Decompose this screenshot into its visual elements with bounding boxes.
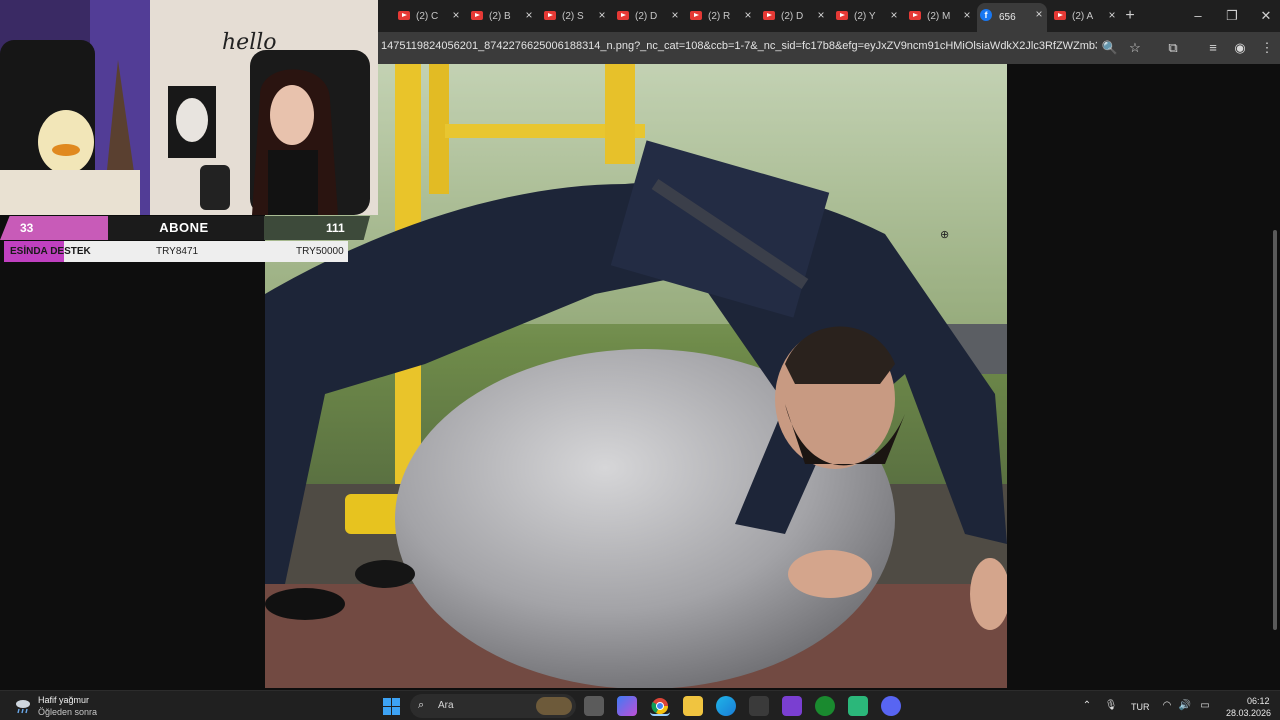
webcam-illustration xyxy=(0,0,378,215)
maximize-button[interactable]: ❐ xyxy=(1220,6,1244,26)
stream-goal-bar: 33 ABONE 111 xyxy=(0,216,370,240)
copilot-icon[interactable] xyxy=(617,696,637,716)
windows-start-icon[interactable] xyxy=(383,698,400,715)
search-placeholder[interactable]: Ara xyxy=(438,700,454,711)
tab-title: 656 xyxy=(999,12,1016,23)
scrollbar-thumb[interactable] xyxy=(1273,230,1277,630)
battery-icon[interactable]: ▭ xyxy=(1198,700,1212,712)
search-icon: ⌕ xyxy=(418,699,425,711)
close-icon[interactable]: × xyxy=(815,9,827,21)
goal-right-segment xyxy=(264,216,370,240)
close-icon[interactable]: × xyxy=(888,9,900,21)
wifi-icon[interactable]: ◠ xyxy=(1160,700,1174,712)
tab-8[interactable]: (2) M × xyxy=(905,4,975,28)
youtube-icon xyxy=(763,11,775,20)
app-icon[interactable] xyxy=(782,696,802,716)
tab-7[interactable]: (2) Y × xyxy=(832,4,902,28)
language-indicator[interactable]: TUR xyxy=(1131,702,1150,712)
address-bar[interactable]: 1475119824056201_8742276625006188314_n.p… xyxy=(381,40,1097,56)
tab-title: (2) R xyxy=(708,10,731,22)
facebook-icon: f xyxy=(980,9,992,21)
close-icon[interactable]: × xyxy=(742,9,754,21)
chevron-up-icon[interactable]: ⌃ xyxy=(1080,700,1094,712)
chrome-app-icon[interactable] xyxy=(650,696,670,716)
youtube-icon xyxy=(909,11,921,20)
microphone-icon[interactable]: 🎙 xyxy=(1104,700,1118,712)
tab-10[interactable]: (2) A × xyxy=(1050,4,1120,28)
donation-label: ESİNDA DESTEK xyxy=(10,246,91,257)
close-window-button[interactable]: ✕ xyxy=(1254,6,1278,26)
close-icon[interactable]: × xyxy=(961,9,973,21)
tab-title: (2) Y xyxy=(854,10,876,22)
goal-left-segment xyxy=(0,216,120,240)
clock-date[interactable]: 28.03.2026 xyxy=(1226,708,1271,718)
donation-current: TRY8471 xyxy=(156,246,199,257)
youtube-icon xyxy=(836,11,848,20)
tab-title: (2) D xyxy=(635,10,658,22)
rain-cloud-icon[interactable] xyxy=(14,698,32,714)
windows-taskbar: Hafif yağmur Öğleden sonra ⌕ Ara ⌃ 🎙 TUR… xyxy=(0,690,1280,720)
goal-left-value: 33 xyxy=(20,221,34,235)
youtube-icon xyxy=(544,11,556,20)
zoom-cursor-icon: ⊕ xyxy=(940,229,950,241)
search-highlight-icon[interactable] xyxy=(536,697,572,715)
close-icon[interactable]: × xyxy=(450,9,462,21)
goal-label: ABONE xyxy=(159,220,209,235)
store-icon[interactable] xyxy=(749,696,769,716)
media-control-icon[interactable]: ≡ xyxy=(1204,39,1222,57)
youtube-icon xyxy=(690,11,702,20)
close-icon[interactable]: × xyxy=(523,9,535,21)
edge-icon[interactable] xyxy=(716,696,736,716)
wall-hello-sign: hello xyxy=(222,30,277,55)
tab-title: (2) B xyxy=(489,10,511,22)
game-app-icon[interactable] xyxy=(848,696,868,716)
clock-time[interactable]: 06:12 xyxy=(1247,696,1270,706)
task-view-icon[interactable] xyxy=(584,696,604,716)
profile-icon[interactable]: ◉ xyxy=(1231,39,1249,57)
new-tab-button[interactable]: + xyxy=(1120,6,1140,26)
volume-icon[interactable]: 🔊 xyxy=(1178,700,1192,712)
tab-title: (2) A xyxy=(1072,10,1094,22)
tab-6[interactable]: (2) D × xyxy=(759,4,829,28)
youtube-icon xyxy=(617,11,629,20)
minimize-button[interactable]: – xyxy=(1186,6,1210,26)
tab-3[interactable]: (2) S × xyxy=(540,4,610,28)
tab-1[interactable]: (2) C × xyxy=(394,4,464,28)
goal-right-value: 111 xyxy=(326,221,345,235)
tab-5[interactable]: (2) R × xyxy=(686,4,756,28)
youtube-icon xyxy=(1054,11,1066,20)
weather-title[interactable]: Hafif yağmur xyxy=(38,695,89,705)
tab-title: (2) S xyxy=(562,10,584,22)
tab-2[interactable]: (2) B × xyxy=(467,4,537,28)
xbox-icon[interactable] xyxy=(815,696,835,716)
tab-4[interactable]: (2) D × xyxy=(613,4,683,28)
bookmark-star-icon[interactable]: ☆ xyxy=(1126,39,1144,57)
close-icon[interactable]: × xyxy=(1106,9,1118,21)
youtube-icon xyxy=(398,11,410,20)
donation-target: TRY50000 xyxy=(296,246,344,257)
tab-9-active[interactable]: f 656 × xyxy=(977,3,1047,32)
tab-title: (2) C xyxy=(416,10,439,22)
webcam-overlay: hello xyxy=(0,0,378,215)
discord-icon[interactable] xyxy=(881,696,901,716)
menu-icon[interactable]: ⋮ xyxy=(1258,39,1276,57)
zoom-icon[interactable]: 🔍 xyxy=(1101,39,1119,57)
close-icon[interactable]: × xyxy=(596,9,608,21)
close-icon[interactable]: × xyxy=(1033,8,1045,20)
close-icon[interactable]: × xyxy=(669,9,681,21)
donation-goal-bar: ESİNDA DESTEK TRY8471 TRY50000 xyxy=(4,241,348,262)
youtube-icon xyxy=(471,11,483,20)
file-explorer-icon[interactable] xyxy=(683,696,703,716)
tab-title: (2) D xyxy=(781,10,804,22)
weather-subtitle[interactable]: Öğleden sonra xyxy=(38,707,97,717)
tab-title: (2) M xyxy=(927,10,951,22)
extensions-icon[interactable]: ⧉ xyxy=(1164,39,1182,57)
